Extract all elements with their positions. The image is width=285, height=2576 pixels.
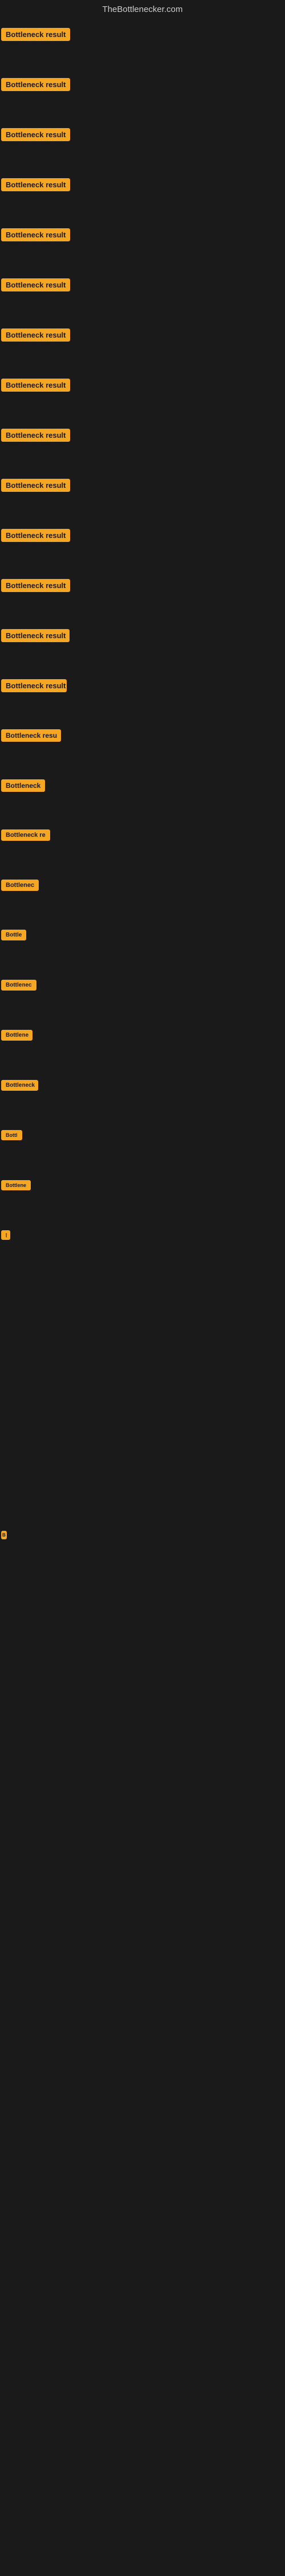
bottleneck-badge[interactable]: Bottleneck re xyxy=(1,829,50,841)
list-item[interactable]: Bottleneck result xyxy=(0,572,285,622)
list-item[interactable]: Bottleneck resu xyxy=(0,722,285,773)
blank-row xyxy=(0,1975,285,2025)
blank-row xyxy=(0,2025,285,2075)
list-item[interactable]: Bottleneck result xyxy=(0,372,285,422)
blank-row xyxy=(0,1825,285,1875)
list-item[interactable]: | xyxy=(0,1223,285,1273)
list-item[interactable]: Bottlene xyxy=(0,1173,285,1223)
blank-row xyxy=(0,2175,285,2225)
bottleneck-badge[interactable]: Bottl xyxy=(1,1130,22,1140)
blank-row xyxy=(0,2125,285,2175)
list-item[interactable]: Bottleneck result xyxy=(0,272,285,322)
list-item[interactable]: Bottleneck xyxy=(0,1073,285,1123)
bottleneck-badge[interactable]: Bottleneck result xyxy=(1,78,70,91)
blank-row xyxy=(0,2376,285,2426)
list-item[interactable]: Bottleneck result xyxy=(0,622,285,672)
blank-row xyxy=(0,2275,285,2326)
bottleneck-badge[interactable]: Bottlenec xyxy=(1,980,36,991)
list-item[interactable]: Bottlenec xyxy=(0,973,285,1023)
list-item[interactable]: Bottleneck result xyxy=(0,422,285,472)
bottleneck-list: Bottleneck result Bottleneck result Bott… xyxy=(0,21,285,2576)
bottleneck-badge[interactable]: Bottleneck result xyxy=(1,529,70,542)
bottleneck-badge[interactable]: Bottlenec xyxy=(1,880,39,891)
bottleneck-badge[interactable]: Bottle xyxy=(1,930,26,940)
bottleneck-badge[interactable]: Bottleneck result xyxy=(1,328,70,342)
bottleneck-badge[interactable]: Bottleneck result xyxy=(1,178,70,191)
bottleneck-badge[interactable]: Bottleneck result xyxy=(1,278,70,291)
blank-row xyxy=(0,2326,285,2376)
list-item[interactable]: Bottleneck result xyxy=(0,171,285,221)
blank-row xyxy=(0,1624,285,1674)
list-item[interactable]: Bottleneck result xyxy=(0,672,285,722)
bottleneck-badge[interactable]: Bottleneck result xyxy=(1,228,70,241)
bottleneck-badge-b[interactable]: B xyxy=(1,1531,7,1539)
bottleneck-badge[interactable]: Bottleneck result xyxy=(1,579,70,592)
bottleneck-badge[interactable]: Bottleneck result xyxy=(1,429,70,442)
bottleneck-badge[interactable]: Bottleneck result xyxy=(1,679,67,692)
blank-row xyxy=(0,2526,285,2576)
bottleneck-badge[interactable]: Bottleneck xyxy=(1,1080,38,1091)
bottleneck-badge[interactable]: | xyxy=(1,1230,10,1240)
blank-row xyxy=(0,1424,285,1474)
blank-row xyxy=(0,2075,285,2125)
blank-row xyxy=(0,1374,285,1424)
blank-row xyxy=(0,1875,285,1925)
list-item[interactable]: Bottleneck result xyxy=(0,21,285,71)
blank-row xyxy=(0,2476,285,2526)
bottleneck-badge[interactable]: Bottleneck result xyxy=(1,479,70,492)
blank-row xyxy=(0,1324,285,1374)
list-item[interactable]: Bottleneck result xyxy=(0,472,285,522)
list-item[interactable]: Bottleneck result xyxy=(0,71,285,121)
list-item[interactable]: Bottleneck result xyxy=(0,221,285,272)
bottleneck-badge[interactable]: Bottleneck result xyxy=(1,629,70,642)
list-item[interactable]: Bottlenec xyxy=(0,873,285,923)
list-item[interactable]: Bottleneck result xyxy=(0,322,285,372)
blank-row xyxy=(0,2225,285,2275)
list-item[interactable]: Bottleneck xyxy=(0,773,285,823)
list-item[interactable]: Bottl xyxy=(0,1123,285,1173)
blank-row xyxy=(0,1474,285,1524)
bottleneck-badge[interactable]: Bottleneck resu xyxy=(1,729,61,742)
bottleneck-badge[interactable]: Bottlene xyxy=(1,1030,32,1041)
blank-row xyxy=(0,2426,285,2476)
blank-row xyxy=(0,1574,285,1624)
site-header: TheBottlenecker.com xyxy=(0,0,285,21)
bottleneck-badge[interactable]: Bottleneck xyxy=(1,779,45,792)
bottleneck-badge[interactable]: Bottleneck result xyxy=(1,28,70,41)
site-title: TheBottlenecker.com xyxy=(103,5,183,14)
bottleneck-badge[interactable]: Bottleneck result xyxy=(1,379,70,392)
list-item[interactable]: Bottleneck result xyxy=(0,522,285,572)
blank-row xyxy=(0,1925,285,1975)
bottleneck-badge[interactable]: Bottlene xyxy=(1,1180,31,1190)
list-item[interactable]: Bottleneck result xyxy=(0,121,285,171)
bottleneck-badge[interactable]: Bottleneck result xyxy=(1,128,70,141)
list-item[interactable]: Bottlene xyxy=(0,1023,285,1073)
list-item[interactable]: Bottleneck re xyxy=(0,823,285,873)
blank-row xyxy=(0,1273,285,1324)
list-item[interactable]: Bottle xyxy=(0,923,285,973)
blank-row xyxy=(0,1674,285,1724)
list-item-b[interactable]: B xyxy=(0,1524,285,1574)
blank-row xyxy=(0,1774,285,1825)
blank-row xyxy=(0,1724,285,1774)
